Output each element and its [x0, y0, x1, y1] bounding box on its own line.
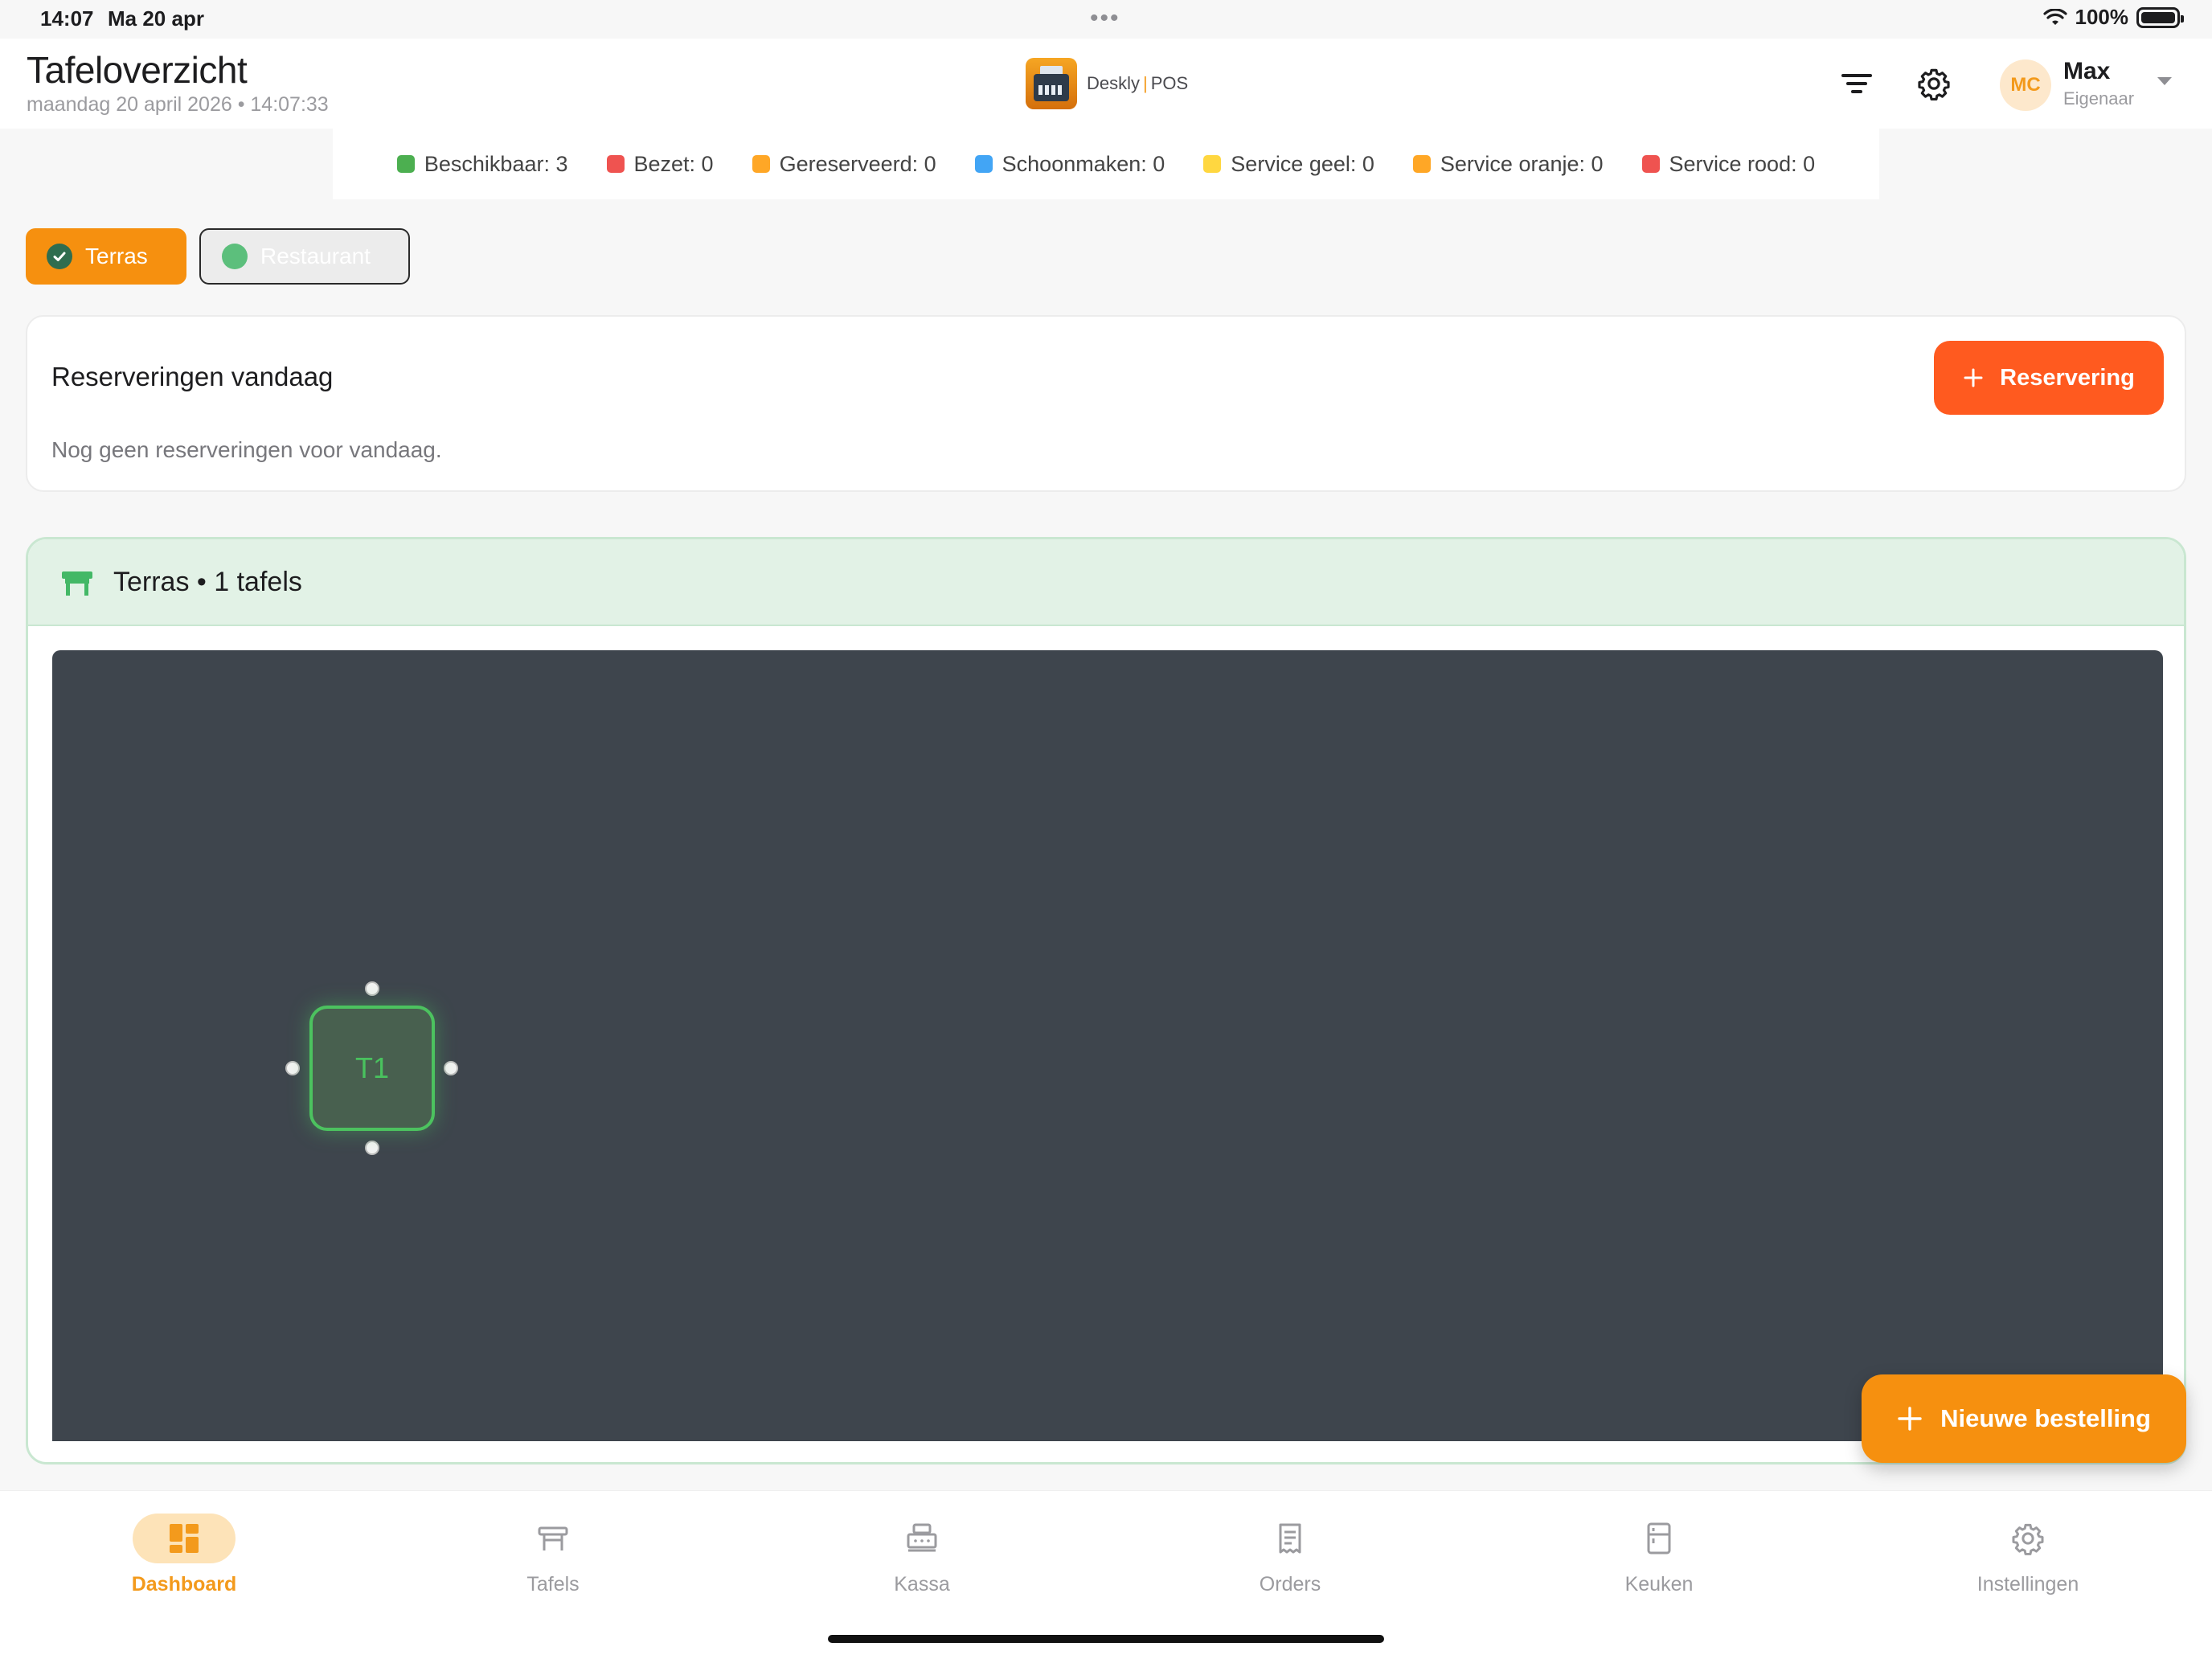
tab-label: Keuken [1624, 1573, 1694, 1596]
plus-icon [1898, 1407, 1922, 1431]
user-role: Eigenaar [2063, 88, 2135, 109]
status-dot-icon [222, 244, 248, 269]
cash-register-icon [1026, 58, 1077, 109]
tab-label: Orders [1259, 1573, 1321, 1596]
resize-handle-left[interactable] [285, 1061, 300, 1075]
tab-label: Tafels [526, 1573, 580, 1596]
wifi-icon [2042, 8, 2067, 25]
reservations-empty-text: Nog geen reserveringen voor vandaag. [51, 437, 442, 462]
tab-dashboard[interactable]: Dashboard [96, 1514, 272, 1596]
tab-label: Kassa [894, 1573, 950, 1596]
legend-reserved: Gereserveerd: 0 [752, 152, 936, 177]
status-date: Ma 20 apr [108, 6, 204, 31]
gear-icon[interactable] [1911, 61, 1956, 106]
cash-register-icon [870, 1514, 973, 1563]
brand-name: Deskly | POS [1087, 73, 1189, 93]
floor-section-title: Terras • 1 tafels [113, 567, 302, 597]
tab-label: Dashboard [131, 1573, 237, 1596]
table-icon [62, 571, 92, 596]
user-name[interactable]: Max [2063, 58, 2110, 85]
new-order-label: Nieuwe bestelling [1940, 1404, 2151, 1432]
table-icon [502, 1514, 604, 1563]
brand: Deskly | POS [1026, 58, 1188, 109]
tab-orders[interactable]: Orders [1202, 1514, 1378, 1596]
resize-handle-bottom[interactable] [365, 1141, 379, 1155]
area-chip-restaurant[interactable]: Restaurant [199, 228, 410, 285]
page-subtitle: maandag 20 april 2026 • 14:07:33 [27, 93, 329, 116]
home-indicator[interactable] [828, 1635, 1384, 1643]
resize-handle-right[interactable] [444, 1061, 458, 1075]
reservations-card: Reserveringen vandaag Nog geen reserveri… [26, 315, 2186, 492]
tab-keuken[interactable]: Keuken [1571, 1514, 1747, 1596]
legend-service-red: Service rood: 0 [1641, 152, 1815, 177]
floor-plan-canvas[interactable]: T1 [52, 650, 2163, 1441]
legend-swatch [396, 155, 415, 173]
table-tile[interactable]: T1 [309, 1006, 435, 1131]
floor-section-header: Terras • 1 tafels [28, 539, 2184, 626]
battery-icon [2136, 6, 2184, 28]
multitasking-dots-icon[interactable]: ••• [1090, 5, 1120, 32]
legend-service-orange: Service oranje: 0 [1412, 152, 1604, 177]
resize-handle-top[interactable] [365, 981, 379, 996]
battery-percent: 100% [2075, 5, 2129, 29]
chevron-down-icon[interactable] [2157, 77, 2172, 85]
status-legend: Beschikbaar: 3 Bezet: 0 Gereserveerd: 0 … [333, 129, 1879, 199]
check-icon [47, 244, 72, 269]
reservations-title: Reserveringen vandaag [51, 362, 334, 391]
legend-swatch [606, 155, 625, 173]
legend-swatch [974, 155, 993, 173]
legend-swatch [1641, 155, 1660, 173]
filter-icon[interactable] [1834, 61, 1879, 106]
area-chip-terras[interactable]: Terras [26, 228, 186, 285]
status-time: 14:07 [40, 6, 94, 31]
legend-swatch [1412, 155, 1431, 173]
dashboard-icon [133, 1514, 236, 1563]
tab-kassa[interactable]: Kassa [834, 1514, 1010, 1596]
status-indicators: 100% [2042, 5, 2184, 30]
table-label: T1 [354, 1051, 389, 1084]
legend-service-yellow: Service geel: 0 [1203, 152, 1374, 177]
tab-tafels[interactable]: Tafels [465, 1514, 641, 1596]
add-reservation-button[interactable]: Reservering [1934, 341, 2164, 415]
app-header: Tafeloverzicht maandag 20 april 2026 • 1… [0, 39, 2212, 129]
legend-swatch [752, 155, 770, 173]
status-bar: 14:07 Ma 20 apr ••• 100% [0, 0, 2212, 39]
receipt-icon [1239, 1514, 1342, 1563]
add-reservation-label: Reservering [2000, 364, 2135, 391]
page-title: Tafeloverzicht [27, 49, 248, 91]
tab-label: Instellingen [1976, 1573, 2079, 1596]
tab-instellingen[interactable]: Instellingen [1940, 1514, 2116, 1596]
fridge-icon [1608, 1514, 1710, 1563]
legend-cleaning: Schoonmaken: 0 [974, 152, 1165, 177]
floor-section-terras: Terras • 1 tafels T1 [26, 537, 2186, 1464]
gear-icon [1976, 1514, 2079, 1563]
legend-occupied: Bezet: 0 [606, 152, 714, 177]
legend-swatch [1203, 155, 1222, 173]
area-chip-label: Restaurant [260, 244, 371, 268]
area-chip-label: Terras [85, 244, 148, 268]
avatar[interactable]: MC [2000, 59, 2051, 111]
new-order-button[interactable]: Nieuwe bestelling [1862, 1374, 2186, 1463]
legend-available: Beschikbaar: 3 [396, 152, 568, 177]
bottom-tab-bar: Dashboard Tafels Kassa Orders Keuken Ins… [0, 1490, 2212, 1659]
plus-icon [1964, 368, 1983, 387]
